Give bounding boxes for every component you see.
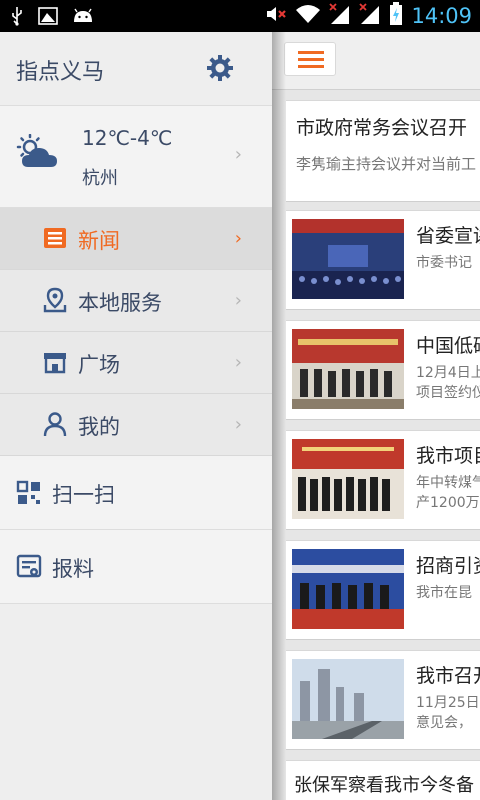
headline-subtitle: 李隽瑜主持会议并对当前工	[296, 155, 477, 173]
image-icon	[38, 7, 58, 29]
news-icon	[42, 225, 68, 251]
news-thumbnail	[292, 549, 404, 629]
tool-item-scan[interactable]: 扫一扫	[0, 456, 272, 530]
clock: 14:09	[411, 4, 472, 28]
city-name: 杭州	[82, 168, 118, 189]
headline-card[interactable]: 张保军察看我市今冬备	[286, 760, 480, 800]
menu-item-label: 本地服务	[78, 291, 162, 315]
news-thumbnail	[292, 219, 404, 299]
menu-item-local-services[interactable]: 本地服务 ›	[0, 270, 272, 332]
usb-icon	[10, 6, 24, 30]
news-item[interactable]: 中国低碳 12月4日上午 项目签约仪	[286, 320, 480, 420]
chevron-right-icon: ›	[234, 352, 242, 373]
signal-icon	[359, 3, 381, 29]
gear-icon[interactable]	[206, 54, 234, 82]
news-summary: 年中转煤气 产1200万	[416, 475, 480, 511]
location-icon	[42, 287, 68, 313]
app-title: 指点义马	[16, 60, 105, 85]
store-icon	[42, 349, 68, 375]
news-feed-panel: 市政府常务会议召开 李隽瑜主持会议并对当前工 省委宣讲 市委书记	[272, 32, 480, 800]
temperature: 12℃-4℃	[82, 126, 173, 150]
tool-item-label: 扫一扫	[52, 483, 115, 507]
menu-item-label: 新闻	[78, 229, 120, 253]
menu-item-square[interactable]: 广场 ›	[0, 332, 272, 394]
menu-item-label: 广场	[78, 353, 120, 377]
status-bar: 14:09	[0, 0, 480, 32]
news-thumbnail	[292, 439, 404, 519]
menu-item-label: 我的	[78, 415, 120, 439]
drawer-header: 指点义马	[0, 32, 272, 106]
wifi-icon	[295, 3, 321, 29]
news-title: 省委宣讲	[416, 225, 480, 247]
headline-card[interactable]: 市政府常务会议召开 李隽瑜主持会议并对当前工	[286, 100, 480, 202]
qr-scan-icon	[16, 480, 42, 506]
news-title: 我市项目	[416, 445, 480, 467]
headline-title: 市政府常务会议召开	[296, 117, 468, 139]
navigation-drawer: 指点义马 12℃-4℃ 杭州 › 新闻 › 本地服务 › 广场 › 我的 › 扫…	[0, 32, 272, 800]
news-item[interactable]: 省委宣讲 市委书记	[286, 210, 480, 310]
tool-item-label: 报料	[52, 557, 94, 581]
drawer-shadow	[272, 32, 286, 800]
news-title: 中国低碳	[416, 335, 480, 357]
menu-item-news[interactable]: 新闻 ›	[0, 208, 272, 270]
news-summary: 11月25日 意见会，	[416, 695, 480, 731]
headline-title: 张保军察看我市今冬备	[294, 775, 474, 796]
news-item[interactable]: 我市召开 11月25日 意见会，	[286, 650, 480, 750]
news-title: 我市召开	[416, 665, 480, 687]
news-thumbnail	[292, 659, 404, 739]
news-item[interactable]: 我市项目 年中转煤气 产1200万	[286, 430, 480, 530]
news-summary: 12月4日上午 项目签约仪	[416, 365, 480, 401]
menu-toggle-button[interactable]	[284, 42, 336, 76]
signal-icon	[329, 3, 351, 29]
chevron-right-icon: ›	[234, 228, 242, 249]
mute-icon	[265, 4, 287, 28]
news-summary: 市委书记	[416, 255, 472, 271]
chevron-right-icon: ›	[234, 414, 242, 435]
partly-cloudy-icon	[16, 133, 62, 174]
chevron-right-icon: ›	[234, 144, 242, 165]
menu-item-mine[interactable]: 我的 ›	[0, 394, 272, 456]
tool-item-report[interactable]: 报料	[0, 530, 272, 604]
news-thumbnail	[292, 329, 404, 409]
android-icon	[72, 8, 94, 28]
weather-widget[interactable]: 12℃-4℃ 杭州 ›	[0, 106, 272, 208]
content-toolbar	[272, 32, 480, 90]
news-title: 招商引资	[416, 555, 480, 577]
news-summary: 我市在昆	[416, 585, 472, 601]
person-icon	[42, 411, 68, 437]
report-icon	[16, 554, 42, 580]
battery-icon	[389, 2, 403, 30]
news-item[interactable]: 招商引资 我市在昆	[286, 540, 480, 640]
chevron-right-icon: ›	[234, 290, 242, 311]
